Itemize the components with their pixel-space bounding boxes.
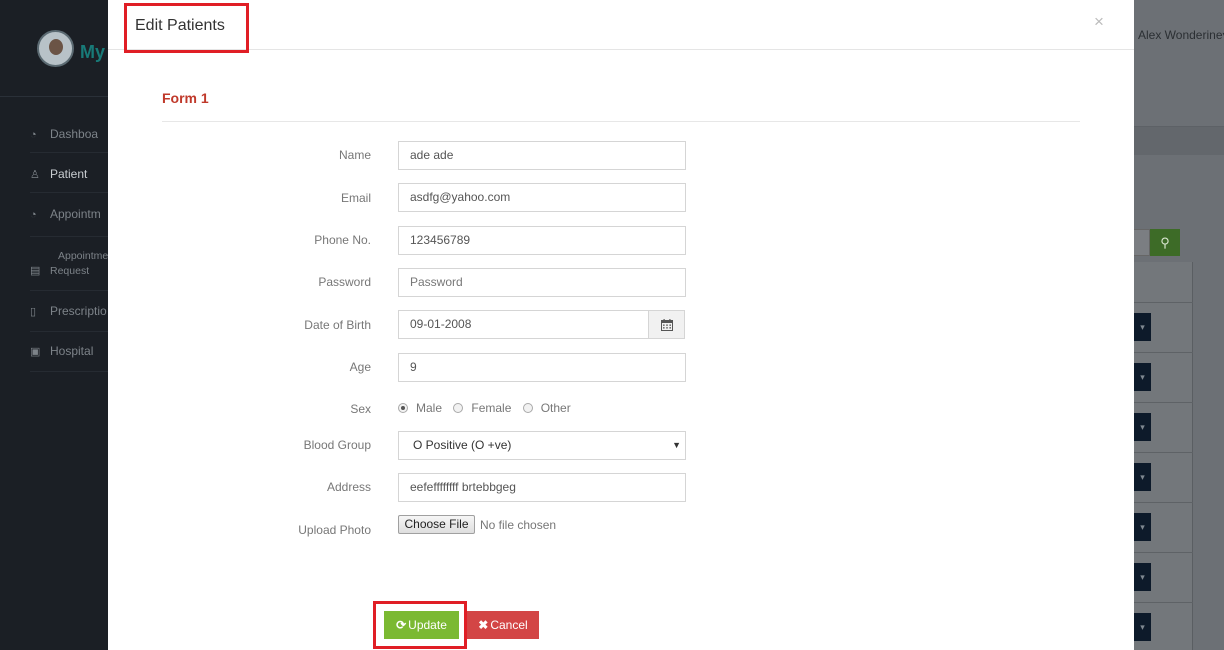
table-row-line <box>1134 402 1193 403</box>
sidebar-item-dashboard[interactable]: ◔ Dashboa <box>30 127 108 141</box>
sidebar-separator <box>30 290 108 291</box>
close-x-icon: ✖ <box>478 618 489 632</box>
dob-label: Date of Birth <box>304 318 371 332</box>
sidebar-item-prescription[interactable]: ▯ Prescriptio <box>30 304 108 318</box>
phone-input[interactable]: 123456789 <box>398 226 686 255</box>
sidebar-divider <box>0 96 108 97</box>
dob-input[interactable]: 09-01-2008 <box>398 310 649 339</box>
password-label: Password <box>318 275 371 289</box>
search-icon: ⚲ <box>1160 235 1170 250</box>
brand-name: My <box>80 42 106 62</box>
password-input[interactable]: Password <box>398 268 686 297</box>
row-action-dropdown[interactable]: ▾ <box>1134 413 1151 441</box>
update-button[interactable]: ⟳ Update <box>384 611 459 639</box>
table-row-line <box>1134 502 1193 503</box>
cancel-button[interactable]: ✖ Cancel <box>467 611 539 639</box>
sidebar-item-hospital[interactable]: ▣ Hospital <box>30 344 108 358</box>
form-divider <box>162 121 1080 122</box>
age-label: Age <box>349 360 371 374</box>
calendar-icon <box>660 318 673 331</box>
email-label: Email <box>340 191 371 205</box>
blood-group-label: Blood Group <box>303 438 371 452</box>
sex-label: Sex <box>350 402 371 416</box>
caret-down-icon: ▼ <box>672 440 681 450</box>
appointment-icon: ◔ <box>30 209 37 221</box>
sidebar-separator <box>30 152 108 153</box>
background-breadcrumb-bar <box>1134 127 1224 155</box>
blood-group-select[interactable]: O Positive (O +ve) ▼ <box>398 431 686 460</box>
table-row-line <box>1134 552 1193 553</box>
table-row-line <box>1134 302 1193 303</box>
table-row-line <box>1134 602 1193 603</box>
name-input[interactable]: ade ade <box>398 141 686 170</box>
choose-file-button[interactable]: Choose File <box>398 515 475 534</box>
sidebar-item-patient[interactable]: ♙ Patient <box>30 167 108 181</box>
name-label: Name <box>338 148 371 162</box>
upload-photo-label: Upload Photo <box>298 523 371 537</box>
radio-female[interactable] <box>453 403 464 413</box>
table-row-line <box>1134 352 1193 353</box>
close-icon[interactable]: × <box>1094 12 1104 32</box>
row-action-dropdown[interactable]: ▾ <box>1134 363 1151 391</box>
age-input[interactable]: 9 <box>398 353 686 382</box>
row-action-dropdown[interactable]: ▾ <box>1134 613 1151 641</box>
address-label: Address <box>326 480 371 494</box>
sidebar-separator <box>30 371 108 372</box>
date-picker-button[interactable] <box>648 310 685 339</box>
form-title: Form 1 <box>162 90 209 106</box>
background-search-button[interactable]: ⚲ <box>1150 229 1180 256</box>
prescription-icon: ▯ <box>30 306 37 318</box>
edit-patient-modal: Edit Patients × Form 1 Name ade ade Emai… <box>108 0 1134 650</box>
sex-radio-group: Male Female Other <box>398 401 579 417</box>
sidebar-item-appointment[interactable]: ◔ Appointm <box>30 207 108 221</box>
background-search-input[interactable] <box>1134 229 1150 256</box>
phone-label: Phone No. <box>314 233 371 247</box>
table-row-line <box>1134 452 1193 453</box>
sidebar-item-appointment-request[interactable]: Appointme ▤ Request <box>30 249 108 279</box>
sex-option-other[interactable]: Other <box>522 401 571 415</box>
appointment-request-icon: ▤ <box>30 265 41 277</box>
row-action-dropdown[interactable]: ▾ <box>1134 463 1151 491</box>
radio-male[interactable] <box>398 403 408 413</box>
file-status-text: No file chosen <box>480 518 557 532</box>
patient-icon: ♙ <box>30 169 40 181</box>
row-action-dropdown[interactable]: ▾ <box>1134 513 1151 541</box>
address-input[interactable]: eefeffffffff brtebbgeg <box>398 473 686 502</box>
row-action-dropdown[interactable]: ▾ <box>1134 313 1151 341</box>
radio-other[interactable] <box>522 403 533 413</box>
sidebar: My ◔ Dashboa ♙ Patient ◔ Appointm Appointme… <box>0 0 108 650</box>
sex-option-female[interactable]: Female <box>453 401 511 415</box>
sidebar-separator <box>30 236 108 237</box>
sex-option-male[interactable]: Male <box>398 401 442 415</box>
row-action-dropdown[interactable]: ▾ <box>1134 563 1151 591</box>
user-menu[interactable]: Alex Wonderine▾ <box>1138 28 1224 42</box>
email-input[interactable]: asdfg@yahoo.com <box>398 183 686 212</box>
modal-header: Edit Patients × <box>108 0 1134 53</box>
dashboard-icon: ◔ <box>30 129 37 141</box>
sidebar-separator <box>30 331 108 332</box>
sidebar-separator <box>30 192 108 193</box>
hospital-icon: ▣ <box>30 346 41 358</box>
doctor-avatar-logo <box>37 30 74 67</box>
title-highlight-box <box>124 3 249 53</box>
refresh-icon: ⟳ <box>396 618 407 632</box>
